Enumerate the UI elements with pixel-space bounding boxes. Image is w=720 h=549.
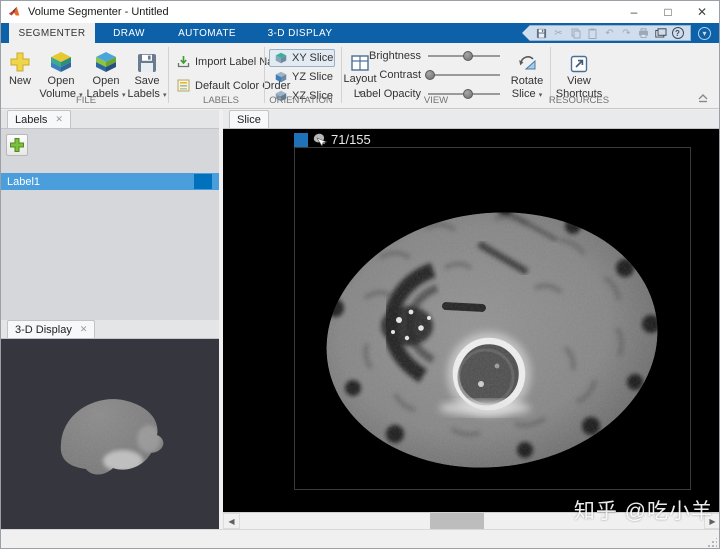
save-icon[interactable] [534, 27, 549, 40]
help-icon[interactable]: ? [670, 27, 685, 40]
resources-section-label: RESOURCES [546, 95, 612, 106]
resize-grip[interactable] [707, 538, 717, 548]
contrast-label: Contrast [356, 69, 428, 81]
tab-3d-display[interactable]: 3-D DISPLAY [251, 23, 349, 43]
window-layout-icon[interactable] [653, 27, 668, 40]
cut-icon: ✂ [551, 27, 566, 40]
quick-access-toolbar: ✂ ↶ ↷ ? [522, 25, 691, 41]
tab-slice-panel[interactable]: Slice [229, 110, 269, 128]
undo-icon: ↶ [602, 27, 617, 40]
xy-slice-button[interactable]: XY Slice [269, 49, 335, 67]
labels-panel: Label1 [1, 129, 219, 320]
chevron-down-icon: ▾ [539, 92, 543, 99]
paste-icon [585, 27, 600, 40]
view-section-label: VIEW [391, 95, 481, 106]
maximize-button[interactable]: □ [651, 1, 685, 23]
orientation-section-label: ORIENTATION [261, 95, 341, 106]
pin-cursor-icon [310, 132, 328, 147]
label-color-swatch[interactable] [194, 174, 212, 189]
view-shortcuts-icon [553, 47, 605, 73]
open-labels-icon [85, 47, 127, 73]
rotate-slice-icon [507, 47, 547, 73]
slice-panel-tab-bar: Slice [223, 110, 720, 129]
matlab-logo-icon [8, 5, 22, 19]
toolstrip-options-icon[interactable]: ▾ [698, 27, 711, 40]
toolstrip-tab-bar: SEGMENTER DRAW AUTOMATE 3-D DISPLAY ✂ ↶ … [1, 23, 719, 43]
labels-section-label: LABELS [177, 95, 265, 106]
label-list-item[interactable]: Label1 [1, 173, 219, 190]
view-shortcuts-button[interactable]: ViewShortcuts [553, 47, 605, 101]
xy-cube-icon [274, 51, 288, 65]
left-panel-column: Labels ✕ Label1 3-D Display ✕ [1, 110, 219, 529]
brightness-slider[interactable] [428, 55, 500, 57]
brain-mri-slice [295, 148, 692, 491]
open-volume-icon [39, 47, 83, 73]
status-bar [1, 529, 719, 549]
close-icon[interactable]: ✕ [80, 324, 88, 335]
brightness-label: Brightness [356, 50, 428, 62]
tab-3d-display-panel[interactable]: 3-D Display ✕ [7, 320, 95, 338]
close-icon[interactable]: ✕ [55, 114, 63, 125]
rotate-slice-button[interactable]: RotateSlice ▾ [507, 47, 547, 102]
slice-viewport[interactable]: 71/155 [223, 129, 720, 512]
slice-number: 71/155 [331, 132, 371, 147]
redo-icon: ↷ [619, 27, 634, 40]
plus-icon [9, 137, 25, 153]
label-name: Label1 [7, 176, 40, 188]
slice-panel-column: Slice 71/155 [223, 110, 720, 529]
file-section-label: FILE [41, 95, 131, 106]
slice-axes[interactable] [294, 147, 691, 490]
title-bar: Volume Segmenter - Untitled – □ ✕ [1, 1, 719, 23]
tab-segmenter[interactable]: SEGMENTER [9, 23, 95, 43]
save-labels-button[interactable]: SaveLabels ▾ [127, 47, 167, 102]
watermark: 知乎 @吃小羊 [574, 495, 713, 525]
print-icon [636, 27, 651, 40]
chevron-down-icon: ▾ [163, 92, 167, 99]
new-button[interactable]: New [5, 47, 35, 88]
tab-draw[interactable]: DRAW [95, 23, 163, 43]
tab-automate[interactable]: AUTOMATE [163, 23, 251, 43]
color-order-icon [177, 79, 190, 92]
ribbon-toolbar: New OpenVolume ▾ OpenLabels ▾ SaveLabels… [1, 43, 719, 109]
slice-indicator: 71/155 [294, 132, 371, 147]
yz-cube-icon [274, 70, 288, 84]
scroll-left-icon[interactable]: ◀ [223, 513, 240, 529]
collapse-ribbon-icon[interactable] [697, 93, 709, 106]
new-icon [5, 47, 35, 73]
app-window: Volume Segmenter - Untitled – □ ✕ SEGMEN… [0, 0, 720, 549]
tab-labels-panel[interactable]: Labels ✕ [7, 110, 71, 128]
minimize-button[interactable]: – [617, 1, 651, 23]
open-volume-button[interactable]: OpenVolume ▾ [39, 47, 83, 102]
contrast-slider-thumb[interactable] [425, 70, 435, 80]
close-button[interactable]: ✕ [685, 1, 719, 23]
window-title: Volume Segmenter - Untitled [28, 6, 169, 18]
3d-display-viewport[interactable] [1, 339, 219, 529]
open-labels-button[interactable]: OpenLabels ▾ [85, 47, 127, 102]
save-labels-icon [127, 47, 167, 73]
labels-panel-tab-bar: Labels ✕ [1, 110, 219, 129]
copy-icon [568, 27, 583, 40]
scrollbar-thumb[interactable] [430, 513, 484, 529]
brightness-slider-thumb[interactable] [463, 51, 473, 61]
import-icon [177, 55, 190, 68]
add-label-button[interactable] [6, 134, 28, 156]
yz-slice-button[interactable]: YZ Slice [269, 68, 335, 86]
slice-indicator-color [294, 133, 308, 147]
display3d-panel-tab-bar: 3-D Display ✕ [1, 320, 219, 339]
contrast-slider[interactable] [428, 74, 500, 76]
3d-brain-render [1, 339, 219, 529]
